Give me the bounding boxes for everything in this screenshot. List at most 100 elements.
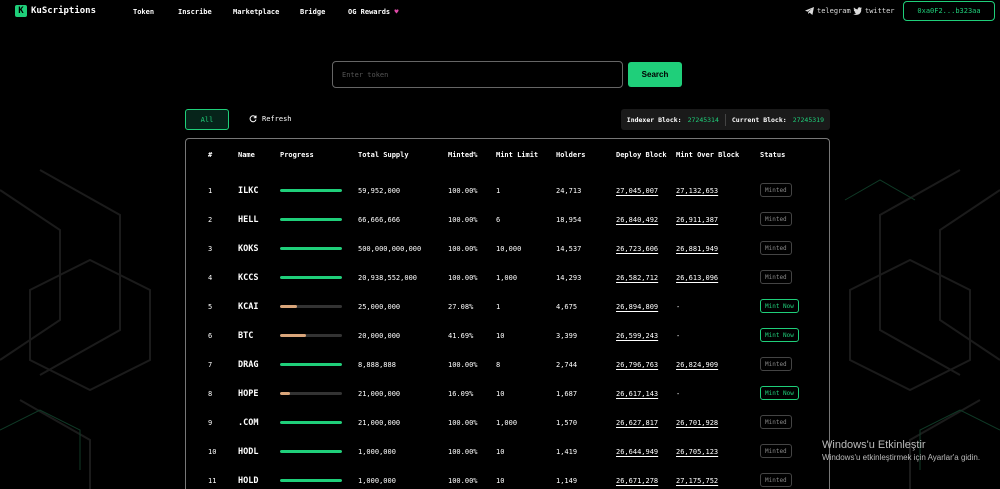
- cell-deploy[interactable]: 26,617,143: [616, 387, 658, 401]
- twitter-link[interactable]: twitter: [853, 7, 895, 15]
- og-rewards-label: OG Rewards: [348, 8, 391, 16]
- cell-deploy[interactable]: 26,894,809: [616, 300, 658, 314]
- nav-link-inscribe[interactable]: Inscribe: [178, 8, 212, 16]
- cell-deploy[interactable]: 26,671,278: [616, 474, 658, 488]
- cell-over[interactable]: 26,705,123: [676, 445, 718, 459]
- cell-holders: 18,954: [556, 216, 582, 224]
- block-divider: [724, 113, 726, 126]
- table-row[interactable]: 2 HELL 66,666,666 100.00% 6 18,954 26,840,492 2…: [186, 212, 831, 242]
- cell-over[interactable]: 26,911,387: [676, 213, 718, 227]
- minted-badge: Minted: [760, 357, 792, 371]
- cell-limit: 1,000: [496, 419, 518, 427]
- progress-bar-fill: [280, 421, 342, 424]
- cell-name: .COM: [238, 418, 259, 428]
- cell-name: BTC: [238, 331, 254, 341]
- cell-limit: 10: [496, 477, 505, 485]
- cell-deploy[interactable]: 26,627,817: [616, 416, 658, 430]
- cell-deploy[interactable]: 26,582,712: [616, 271, 658, 285]
- cell-deploy[interactable]: 26,796,763: [616, 358, 658, 372]
- progress-bar: [280, 305, 342, 308]
- mint-now-button[interactable]: Mint Now: [760, 328, 799, 342]
- cell-deploy[interactable]: 26,840,492: [616, 213, 658, 227]
- table-row[interactable]: 11 HOLD 1,000,000 100.00% 10 1,149 26,671,278 2…: [186, 473, 831, 489]
- progress-bar-fill: [280, 276, 342, 279]
- cell-minted: 100.00%: [448, 187, 478, 195]
- cell-holders: 3,399: [556, 332, 578, 340]
- top-nav: K KuScriptions Token Inscribe Marketplac…: [0, 0, 1000, 24]
- progress-bar-fill: [280, 392, 290, 395]
- cell-over[interactable]: 26,701,928: [676, 416, 718, 430]
- col-header-num: #: [208, 151, 213, 159]
- indexer-block-value: 27245314: [687, 115, 719, 124]
- col-header-progress: Progress: [280, 151, 314, 159]
- cell-over[interactable]: 26,613,096: [676, 271, 718, 285]
- search-input[interactable]: [332, 61, 623, 88]
- table-row[interactable]: 8 HOPE 21,000,000 16.09% 10 1,687 26,617,143 - M…: [186, 386, 831, 416]
- search-button[interactable]: Search: [628, 62, 682, 87]
- cell-over[interactable]: 26,824,909: [676, 358, 718, 372]
- cell-minted: 41.69%: [448, 332, 474, 340]
- cell-limit: 1: [496, 187, 501, 195]
- cell-minted: 16.09%: [448, 390, 474, 398]
- minted-badge: Minted: [760, 444, 792, 458]
- cell-limit: 8: [496, 361, 501, 369]
- progress-bar: [280, 334, 342, 337]
- minted-badge: Minted: [760, 212, 792, 226]
- cell-limit: 10: [496, 332, 505, 340]
- cell-minted: 100.00%: [448, 216, 478, 224]
- table-row[interactable]: 3 KOKS 500,000,000,000 100.00% 10,000 14,537 2…: [186, 241, 831, 271]
- twitter-icon: [853, 7, 862, 15]
- refresh-button[interactable]: Refresh: [249, 115, 292, 123]
- table-row[interactable]: 6 BTC 20,000,000 41.69% 10 3,399 26,599,243 - Mi…: [186, 328, 831, 358]
- cell-minted: 100.00%: [448, 245, 478, 253]
- nav-link-token[interactable]: Token: [133, 8, 154, 16]
- telegram-link[interactable]: telegram: [805, 7, 851, 15]
- wallet-button[interactable]: 0xa0F2...b323aa: [903, 1, 995, 21]
- col-header-mint-limit: Mint Limit: [496, 151, 539, 159]
- cell-minted: 27.08%: [448, 303, 474, 311]
- cell-holders: 14,537: [556, 245, 582, 253]
- cell-over[interactable]: 27,132,653: [676, 184, 718, 198]
- cell-supply: 1,000,000: [358, 448, 396, 456]
- cell-num: 8: [208, 390, 213, 398]
- table-row[interactable]: 10 HODL 1,000,000 100.00% 10 1,419 26,644,949 2…: [186, 444, 831, 474]
- cell-over: -: [676, 390, 681, 398]
- tab-all[interactable]: All: [185, 109, 229, 130]
- nav-link-marketplace[interactable]: Marketplace: [233, 8, 279, 16]
- cell-supply: 59,952,000: [358, 187, 401, 195]
- cell-supply: 21,000,000: [358, 419, 401, 427]
- cell-deploy[interactable]: 26,723,606: [616, 242, 658, 256]
- indexer-block-label: Indexer Block:: [626, 115, 682, 124]
- cell-over[interactable]: 27,175,752: [676, 474, 718, 488]
- logo[interactable]: K KuScriptions: [15, 5, 96, 17]
- cell-minted: 100.00%: [448, 477, 478, 485]
- nav-link-og-rewards[interactable]: OG Rewards ♥: [348, 8, 399, 16]
- cell-minted: 100.00%: [448, 419, 478, 427]
- cell-name: KOKS: [238, 244, 259, 254]
- mint-now-button[interactable]: Mint Now: [760, 386, 799, 400]
- progress-bar-fill: [280, 363, 342, 366]
- table-row[interactable]: 9 .COM 21,000,000 100.00% 1,000 1,570 26,627,8…: [186, 415, 831, 445]
- mint-now-button[interactable]: Mint Now: [760, 299, 799, 313]
- token-table: # Name Progress Total Supply Minted% Min…: [185, 138, 830, 489]
- cell-over: -: [676, 332, 681, 340]
- cell-num: 10: [208, 448, 217, 456]
- cell-deploy[interactable]: 26,599,243: [616, 329, 658, 343]
- cell-name: DRAG: [238, 360, 259, 370]
- table-row[interactable]: 4 KCCS 20,938,552,000 100.00% 1,000 14,293 26,…: [186, 270, 831, 300]
- col-header-mint-over-block: Mint Over Block: [676, 151, 740, 159]
- cell-deploy[interactable]: 27,045,007: [616, 184, 658, 198]
- gift-icon: ♥: [394, 8, 399, 16]
- progress-bar: [280, 363, 342, 366]
- cell-deploy[interactable]: 26,644,949: [616, 445, 658, 459]
- cell-minted: 100.00%: [448, 448, 478, 456]
- cell-supply: 1,000,000: [358, 477, 396, 485]
- cell-num: 3: [208, 245, 213, 253]
- table-row[interactable]: 1 ILKC 59,952,000 100.00% 1 24,713 27,045,007 2…: [186, 183, 831, 213]
- col-header-minted: Minted%: [448, 151, 478, 159]
- nav-link-bridge[interactable]: Bridge: [300, 8, 325, 16]
- refresh-icon: [249, 115, 257, 123]
- cell-over[interactable]: 26,881,949: [676, 242, 718, 256]
- table-row[interactable]: 5 KCAI 25,000,000 27.08% 1 4,675 26,894,809 - Mi…: [186, 299, 831, 329]
- table-row[interactable]: 7 DRAG 8,888,888 100.00% 8 2,744 26,796,763 26,…: [186, 357, 831, 387]
